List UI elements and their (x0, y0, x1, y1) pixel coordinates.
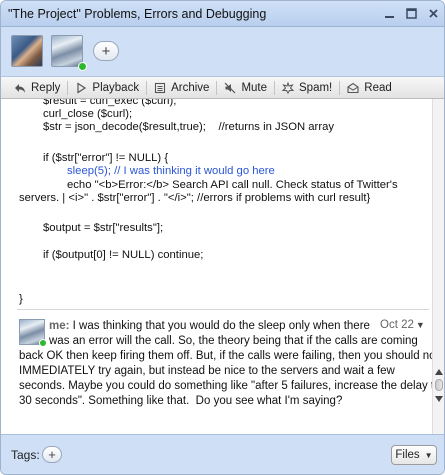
reply-button[interactable]: Reply (7, 77, 67, 99)
chevron-up-icon (435, 369, 443, 375)
reply-icon (15, 83, 25, 93)
files-label: Files (395, 449, 420, 461)
code-line: if ($str["error"] != NULL) { (43, 152, 169, 164)
mute-button[interactable]: Mute (217, 77, 274, 99)
spam-label: Spam! (299, 81, 333, 94)
read-icon (347, 82, 359, 93)
mute-label: Mute (241, 81, 268, 94)
participants-bar: + (1, 27, 444, 77)
reply-label: Reply (31, 81, 61, 94)
message-text-line: I was thinking that you would do the sle… (72, 320, 370, 332)
chevron-down-icon (435, 396, 443, 402)
close-icon (428, 9, 438, 18)
add-participant-button[interactable]: + (93, 41, 119, 61)
read-label: Read (364, 81, 392, 94)
message-text-line: IMMEDIATELY try again, but instead be ni… (19, 365, 395, 377)
read-button[interactable]: Read (340, 77, 399, 99)
minimize-button[interactable] (378, 1, 400, 27)
footer-bar: Tags: + Files ▼ (1, 434, 444, 474)
playback-label: Playback (92, 81, 140, 94)
online-status-icon (78, 62, 87, 71)
dropdown-caret-icon: ▼ (424, 450, 433, 460)
minimize-icon (384, 16, 394, 18)
archive-button[interactable]: Archive (147, 77, 216, 99)
online-status-icon (39, 339, 47, 347)
close-button[interactable] (422, 1, 444, 27)
code-line: $str = json_decode($result,true); //retu… (43, 121, 335, 133)
code-line: $result = curl_exec ($curl); (43, 99, 177, 107)
scroll-down-button[interactable] (435, 394, 443, 404)
code-line: servers. | <i>" . $str["error"] . "</i>"… (19, 192, 371, 204)
scrollbar-thumb[interactable] (435, 379, 443, 391)
blip-content: $result = curl_exec ($curl); curl_close … (1, 99, 432, 434)
wave-window: "The Project" Problems, Errors and Debug… (0, 0, 445, 475)
files-button[interactable]: Files ▼ (391, 445, 437, 465)
message-text-line: seconds. Maybe you could do something li… (19, 380, 432, 392)
vertical-scrollbar[interactable] (432, 99, 444, 434)
tags-label: Tags: (11, 448, 40, 462)
mute-icon (225, 82, 236, 93)
title-bar: "The Project" Problems, Errors and Debug… (1, 1, 444, 27)
spam-icon (282, 81, 295, 94)
archive-icon (155, 82, 166, 93)
participant-avatar[interactable] (11, 35, 43, 67)
window-title: "The Project" Problems, Errors and Debug… (8, 6, 267, 21)
spam-button[interactable]: Spam! (275, 77, 339, 99)
code-line: } (19, 293, 23, 305)
scroll-up-button[interactable] (435, 367, 443, 377)
message-date: Oct 22 (380, 319, 414, 331)
dropdown-caret-icon: ▼ (415, 320, 425, 330)
playback-button[interactable]: Playback (68, 77, 146, 99)
code-line: curl_close ($curl); (43, 108, 133, 120)
message-text-line: 30 seconds". Something like that. Do you… (19, 395, 343, 407)
code-comment-line: sleep(5); // I was thinking it would go … (67, 165, 275, 177)
sender-name: me: (49, 320, 70, 332)
code-line: if ($output[0] != NULL) continue; (43, 249, 204, 261)
participant-avatar[interactable] (51, 35, 83, 67)
message-first-line: me: I was thinking that you would do the… (49, 319, 370, 334)
add-tag-button[interactable]: + (42, 446, 62, 463)
maximize-icon (405, 8, 417, 19)
code-line: $output = $str["results"]; (43, 222, 164, 234)
blip-divider (17, 309, 429, 310)
message-date-menu[interactable]: Oct 22 ▼ (380, 319, 425, 331)
maximize-button[interactable] (400, 1, 422, 27)
code-line: echo "<b>Error:</b> Search API call null… (67, 179, 398, 191)
message-text-line: was an error will the call. So, the theo… (49, 335, 418, 347)
archive-label: Archive (171, 81, 210, 94)
message-text-line: back OK then keep firing them off. But, … (19, 350, 432, 362)
wave-toolbar: Reply Playback Archive Mute Spam! Read (1, 77, 444, 99)
play-icon (77, 81, 87, 94)
